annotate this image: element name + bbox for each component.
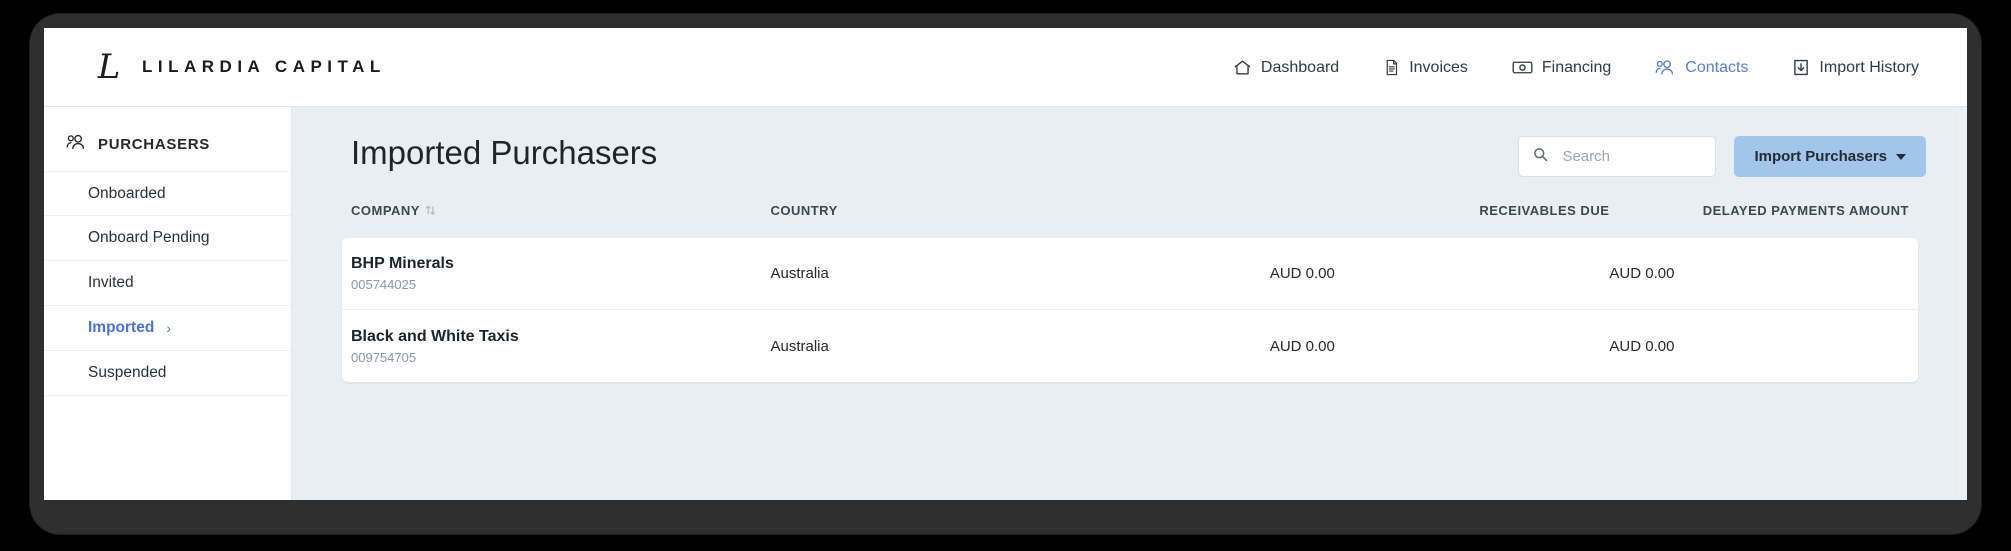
country-value: Australia bbox=[770, 337, 829, 355]
nav-label-financing: Financing bbox=[1541, 58, 1612, 76]
company-id: 005744025 bbox=[351, 277, 417, 292]
sidebar-list: Onboarded Onboard Pending Invited Import… bbox=[44, 171, 291, 396]
sidebar-item-label: Invited bbox=[88, 274, 134, 291]
sidebar-item-label: Onboarded bbox=[88, 184, 166, 202]
column-header-company-label: COMPANY bbox=[351, 202, 420, 218]
column-header-country-label: COUNTRY bbox=[770, 202, 838, 218]
nav-item-import-history[interactable]: Import History bbox=[1792, 58, 1919, 77]
sidebar-item-onboarded[interactable]: Onboarded bbox=[44, 171, 291, 216]
people-icon bbox=[1655, 58, 1676, 77]
nav-item-contacts[interactable]: Contacts bbox=[1655, 58, 1748, 77]
main-header: Imported Purchasers Import Purchasers bbox=[293, 107, 1967, 195]
sidebar-item-invited[interactable]: Invited bbox=[44, 261, 291, 306]
company-name: BHP Minerals bbox=[351, 255, 454, 272]
nav-item-invoices[interactable]: Invoices bbox=[1383, 58, 1468, 77]
cell-receivables-due: AUD 0.00 bbox=[1270, 265, 1610, 282]
cell-company: BHP Minerals 005744025 bbox=[351, 255, 770, 292]
banknote-icon bbox=[1512, 58, 1533, 77]
vertical-scrollbar[interactable] bbox=[1959, 107, 1967, 500]
cell-country: Australia bbox=[770, 338, 1269, 355]
table-row[interactable]: BHP Minerals 005744025 Australia AUD 0.0… bbox=[342, 238, 1918, 310]
header-actions: Import Purchasers bbox=[1518, 136, 1926, 177]
nav-label-import-history: Import History bbox=[1819, 58, 1919, 76]
sidebar-item-imported[interactable]: Imported › bbox=[44, 306, 291, 351]
search-input[interactable] bbox=[1562, 148, 1693, 165]
search-icon bbox=[1533, 147, 1548, 167]
nav-item-financing[interactable]: Financing bbox=[1512, 58, 1611, 77]
sidebar-item-label: Onboard Pending bbox=[88, 229, 210, 246]
column-header-company[interactable]: COMPANY bbox=[351, 203, 770, 218]
purchasers-table-card: BHP Minerals 005744025 Australia AUD 0.0… bbox=[342, 238, 1918, 382]
device-frame: L LILARDIA CAPITAL Dashboard Invoices Fi… bbox=[30, 14, 1981, 534]
column-header-receivables-due: RECEIVABLES DUE bbox=[1270, 203, 1610, 218]
delayed-payments-value: AUD 0.00 bbox=[1609, 265, 1675, 282]
search-box[interactable] bbox=[1518, 136, 1717, 177]
nav-item-dashboard[interactable]: Dashboard bbox=[1233, 58, 1339, 77]
home-icon bbox=[1233, 58, 1252, 77]
table-header-row: COMPANY COUNTRY RECEIVABLES DUE DELAYED … bbox=[293, 195, 1967, 225]
people-icon bbox=[66, 133, 87, 155]
cell-delayed-payments: AUD 0.00 bbox=[1609, 338, 1909, 355]
page-title: Imported Purchasers bbox=[351, 134, 658, 171]
company-name: Black and White Taxis bbox=[351, 327, 519, 345]
sort-updown-icon[interactable] bbox=[425, 204, 436, 217]
top-header: L LILARDIA CAPITAL Dashboard Invoices Fi… bbox=[44, 28, 1967, 107]
import-purchasers-label: Import Purchasers bbox=[1754, 148, 1887, 165]
company-id: 009754705 bbox=[351, 349, 417, 365]
country-value: Australia bbox=[770, 265, 829, 282]
nav-label-contacts: Contacts bbox=[1685, 58, 1749, 76]
app-screen: L LILARDIA CAPITAL Dashboard Invoices Fi… bbox=[44, 28, 1967, 500]
nav-label-invoices: Invoices bbox=[1409, 58, 1468, 76]
column-header-country: COUNTRY bbox=[770, 203, 1269, 218]
cell-company: Black and White Taxis 009754705 bbox=[351, 328, 770, 365]
nav-label-dashboard: Dashboard bbox=[1260, 58, 1340, 76]
download-box-icon bbox=[1792, 58, 1810, 77]
cell-delayed-payments: AUD 0.00 bbox=[1609, 265, 1909, 282]
cell-receivables-due: AUD 0.00 bbox=[1270, 338, 1610, 355]
column-header-receivables-due-label: RECEIVABLES DUE bbox=[1479, 202, 1610, 218]
table-row[interactable]: Black and White Taxis 009754705 Australi… bbox=[342, 310, 1918, 382]
sidebar-heading: PURCHASERS bbox=[44, 107, 291, 155]
main-content: Imported Purchasers Import Purchasers bbox=[293, 107, 1967, 500]
sidebar-item-suspended[interactable]: Suspended bbox=[44, 351, 291, 396]
brand-name: LILARDIA CAPITAL bbox=[142, 57, 386, 76]
column-header-delayed-payments-label: DELAYED PAYMENTS AMOUNT bbox=[1702, 202, 1909, 218]
receivables-due-value: AUD 0.00 bbox=[1269, 265, 1335, 282]
sidebar-heading-label: PURCHASERS bbox=[98, 135, 211, 153]
caret-down-icon bbox=[1896, 153, 1906, 160]
sidebar: PURCHASERS Onboarded Onboard Pending Inv… bbox=[44, 107, 292, 500]
document-icon bbox=[1383, 58, 1400, 77]
delayed-payments-value: AUD 0.00 bbox=[1609, 337, 1675, 355]
logo-monogram-icon: L bbox=[97, 47, 121, 87]
cell-country: Australia bbox=[770, 265, 1269, 282]
brand-logo[interactable]: L LILARDIA CAPITAL bbox=[88, 46, 386, 88]
sidebar-item-label: Imported bbox=[88, 319, 155, 336]
top-navigation: Dashboard Invoices Financing Contacts Im… bbox=[1233, 28, 1919, 107]
receivables-due-value: AUD 0.00 bbox=[1269, 337, 1335, 355]
import-purchasers-button[interactable]: Import Purchasers bbox=[1734, 136, 1926, 177]
column-header-delayed-payments: DELAYED PAYMENTS AMOUNT bbox=[1609, 203, 1909, 218]
sidebar-item-onboard-pending[interactable]: Onboard Pending bbox=[44, 216, 291, 261]
chevron-right-icon: › bbox=[166, 320, 171, 336]
sidebar-item-label: Suspended bbox=[88, 364, 167, 381]
